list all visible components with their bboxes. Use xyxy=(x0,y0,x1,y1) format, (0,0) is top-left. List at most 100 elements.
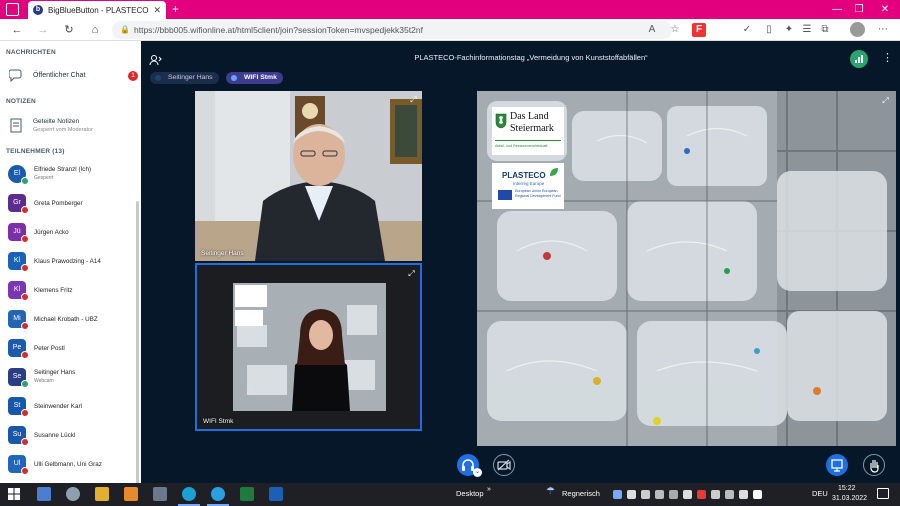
tray-icon[interactable] xyxy=(641,490,650,499)
edge-browser-icon[interactable] xyxy=(211,487,225,501)
excel-icon[interactable] xyxy=(240,487,254,501)
webcam-wifi-stmk[interactable]: ⤢ WIFI Stmk xyxy=(195,263,422,431)
plasteco-leaf-icon xyxy=(550,168,558,176)
clock-time[interactable]: 15:22 xyxy=(838,485,856,492)
tray-icon[interactable] xyxy=(683,490,692,499)
public-chat-item[interactable]: Öffentlicher Chat 1 xyxy=(0,65,141,87)
talker-name: WIFI Stmk xyxy=(244,74,277,81)
calculator-icon[interactable] xyxy=(153,487,167,501)
close-tab-icon[interactable]: ✕ xyxy=(153,5,161,16)
clock-date[interactable]: 31.03.2022 xyxy=(832,495,867,502)
restore-icon[interactable]: ❐ xyxy=(848,0,870,19)
forward-icon[interactable]: → xyxy=(34,21,52,39)
participant-row[interactable]: Jü Jürgen Acko xyxy=(0,220,136,246)
toolbar-expand-icon[interactable]: » xyxy=(487,486,491,493)
desktop-toolbar-label[interactable]: Desktop xyxy=(456,489,484,498)
extensions-puzzle-icon[interactable]: ✦ xyxy=(782,23,796,37)
webcam-image xyxy=(197,265,420,429)
raise-hand-button[interactable] xyxy=(863,454,885,476)
collections-icon[interactable]: ⧉ xyxy=(818,23,832,37)
extension-icon[interactable]: ✓ xyxy=(740,23,754,37)
back-icon[interactable]: ← xyxy=(8,21,26,39)
audio-settings-icon[interactable]: ⌄ xyxy=(473,468,482,477)
webcam-seitinger[interactable]: ⤢ Seitinger Hans xyxy=(195,91,422,261)
participant-name: Susanne Lückl xyxy=(34,432,76,439)
participant-row[interactable]: Kl Klaus Prawodzing - A14 xyxy=(0,249,136,275)
tray-icon[interactable] xyxy=(627,490,636,499)
fullscreen-presentation-icon[interactable]: ⤢ xyxy=(881,96,890,105)
favorite-star-icon[interactable]: ☆ xyxy=(668,23,682,37)
sidebar-scrollbar[interactable] xyxy=(136,201,139,483)
webcam-name-label[interactable]: Seitinger Hans xyxy=(201,250,244,257)
presentation-toggle-button[interactable] xyxy=(826,454,848,476)
participant-row[interactable]: Kl Klemens Fritz xyxy=(0,278,136,304)
participant-status-icon xyxy=(21,206,29,214)
participant-row[interactable]: Ul Ulli Gelbmann, Uni Graz xyxy=(0,452,136,478)
participant-status-icon xyxy=(21,351,29,359)
participant-status-icon xyxy=(21,380,29,388)
tray-icon[interactable] xyxy=(739,490,748,499)
input-language[interactable]: DEU xyxy=(812,489,828,498)
options-menu-icon[interactable]: ⋮ xyxy=(882,51,893,64)
extension-pdf-icon[interactable]: F xyxy=(692,23,706,37)
talker-name: Seitinger Hans xyxy=(168,74,213,81)
tray-icon[interactable] xyxy=(697,490,706,499)
notification-center-icon[interactable] xyxy=(877,488,889,499)
skype-icon[interactable] xyxy=(182,487,196,501)
tray-icon[interactable] xyxy=(655,490,664,499)
favorites-icon[interactable]: ☰ xyxy=(800,23,814,37)
fullscreen-icon[interactable]: ⤢ xyxy=(407,269,416,278)
plasteco-title: PLASTECO xyxy=(502,171,546,180)
shared-notes-item[interactable]: Geteilte Notizen Gesperrt vom Moderator xyxy=(0,113,141,139)
file-explorer-icon[interactable] xyxy=(95,487,109,501)
fullscreen-icon[interactable]: ⤢ xyxy=(409,95,418,104)
meeting-title: PLASTECO-Fachinformationstag „Vermeidung… xyxy=(414,53,648,62)
logo-divider xyxy=(495,140,561,141)
taskbar-app-icon[interactable] xyxy=(37,487,51,501)
user-list-toggle-icon[interactable] xyxy=(149,54,163,66)
share-webcam-button[interactable] xyxy=(493,454,515,476)
participant-row[interactable]: St Steinwender Karl xyxy=(0,394,136,420)
tab-actions-icon[interactable] xyxy=(6,3,19,16)
webcam-name-label[interactable]: WIFI Stmk xyxy=(203,418,233,425)
participant-row[interactable]: El Elfriede Stranzl (Ich) Gesperrt xyxy=(0,162,136,188)
participant-row[interactable]: Pe Peter Postl xyxy=(0,336,136,362)
tray-icon[interactable] xyxy=(711,490,720,499)
browser-tab[interactable]: b BigBlueButton - PLASTECO ✕ xyxy=(28,1,166,19)
split-screen-icon[interactable]: ▯ xyxy=(762,23,776,37)
tray-icon[interactable] xyxy=(725,490,734,499)
home-icon[interactable]: ⌂ xyxy=(86,21,104,39)
presentation-area[interactable]: Das Land Steiermark Abfall- und Ressourc… xyxy=(477,91,896,446)
plasteco-logo: PLASTECO Interreg Europe European Union … xyxy=(492,163,564,209)
participant-row[interactable]: Su Susanne Lückl xyxy=(0,423,136,449)
participant-name: Steinwender Karl xyxy=(34,403,82,410)
participant-status: Webcam xyxy=(34,378,54,384)
media-player-icon[interactable] xyxy=(124,487,138,501)
tray-icon[interactable] xyxy=(669,490,678,499)
participant-row[interactable]: Mi Michael Krobath - UBZ xyxy=(0,307,136,333)
windows-start-icon[interactable] xyxy=(8,488,20,500)
logo-subtitle: Abfall- und Ressourcenwirtschaft xyxy=(495,144,548,148)
tray-icon[interactable] xyxy=(753,490,762,499)
browser-menu-icon[interactable]: ⋯ xyxy=(876,23,890,37)
talker-seitinger: Seitinger Hans xyxy=(150,72,219,84)
taskbar-app-icon[interactable] xyxy=(66,487,80,501)
participant-row[interactable]: Se Seitinger Hans Webcam xyxy=(0,365,136,391)
weather-label[interactable]: Regnerisch xyxy=(562,489,600,498)
browser-toolbar: ← → ↻ ⌂ 🔒 https://bbb005.wifionline.at/h… xyxy=(0,19,900,41)
participant-row[interactable]: Gr Greta Pomberger xyxy=(0,191,136,217)
profile-avatar[interactable] xyxy=(850,22,865,37)
close-window-icon[interactable]: ✕ xyxy=(874,0,896,19)
outlook-icon[interactable] xyxy=(269,487,283,501)
connection-status-icon[interactable] xyxy=(850,50,868,68)
reload-icon[interactable]: ↻ xyxy=(60,21,78,39)
new-tab-button[interactable]: + xyxy=(172,1,179,17)
weather-icon[interactable]: ☂ xyxy=(546,486,555,497)
eu-label: European Union European Regional Develop… xyxy=(515,189,561,198)
tray-icon[interactable] xyxy=(613,490,622,499)
minimize-icon[interactable]: — xyxy=(826,0,848,19)
address-bar[interactable]: 🔒 https://bbb005.wifionline.at/html5clie… xyxy=(112,21,672,39)
land-steiermark-logo: Das Land Steiermark Abfall- und Ressourc… xyxy=(492,107,564,155)
read-aloud-icon[interactable]: A xyxy=(645,23,659,37)
meeting-area: PLASTECO-Fachinformationstag „Vermeidung… xyxy=(141,41,900,483)
